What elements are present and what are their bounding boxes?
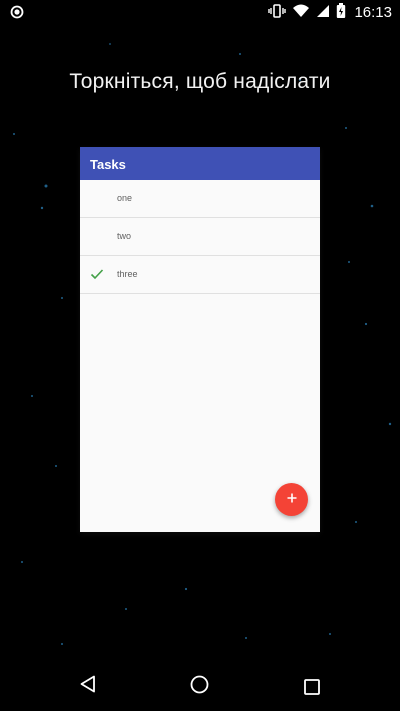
task-label: two	[117, 231, 132, 241]
app-toolbar: Tasks	[80, 147, 320, 180]
task-label: one	[117, 193, 133, 203]
wifi-icon	[292, 4, 310, 21]
plus-icon	[286, 491, 298, 509]
check-icon	[90, 267, 104, 285]
add-task-button[interactable]	[275, 483, 308, 516]
circle-status-icon	[10, 5, 24, 22]
vibrate-icon	[268, 3, 287, 21]
navigation-bar	[0, 656, 400, 711]
back-icon[interactable]	[79, 675, 97, 698]
signal-icon	[316, 4, 330, 21]
status-bar: 16:13	[0, 0, 400, 24]
app-preview-card[interactable]: Tasks one two three	[80, 147, 320, 532]
recents-icon[interactable]	[304, 679, 320, 700]
task-row[interactable]: two	[80, 218, 320, 256]
task-row[interactable]: one	[80, 180, 320, 218]
task-row[interactable]: three	[80, 256, 320, 294]
tap-to-send-prompt: Торкніться, щоб надіслати	[69, 70, 331, 93]
task-label: three	[117, 269, 138, 279]
app-title: Tasks	[90, 157, 126, 172]
battery-charging-icon	[336, 2, 346, 22]
status-time: 16:13	[354, 3, 392, 21]
home-icon[interactable]	[190, 675, 209, 699]
